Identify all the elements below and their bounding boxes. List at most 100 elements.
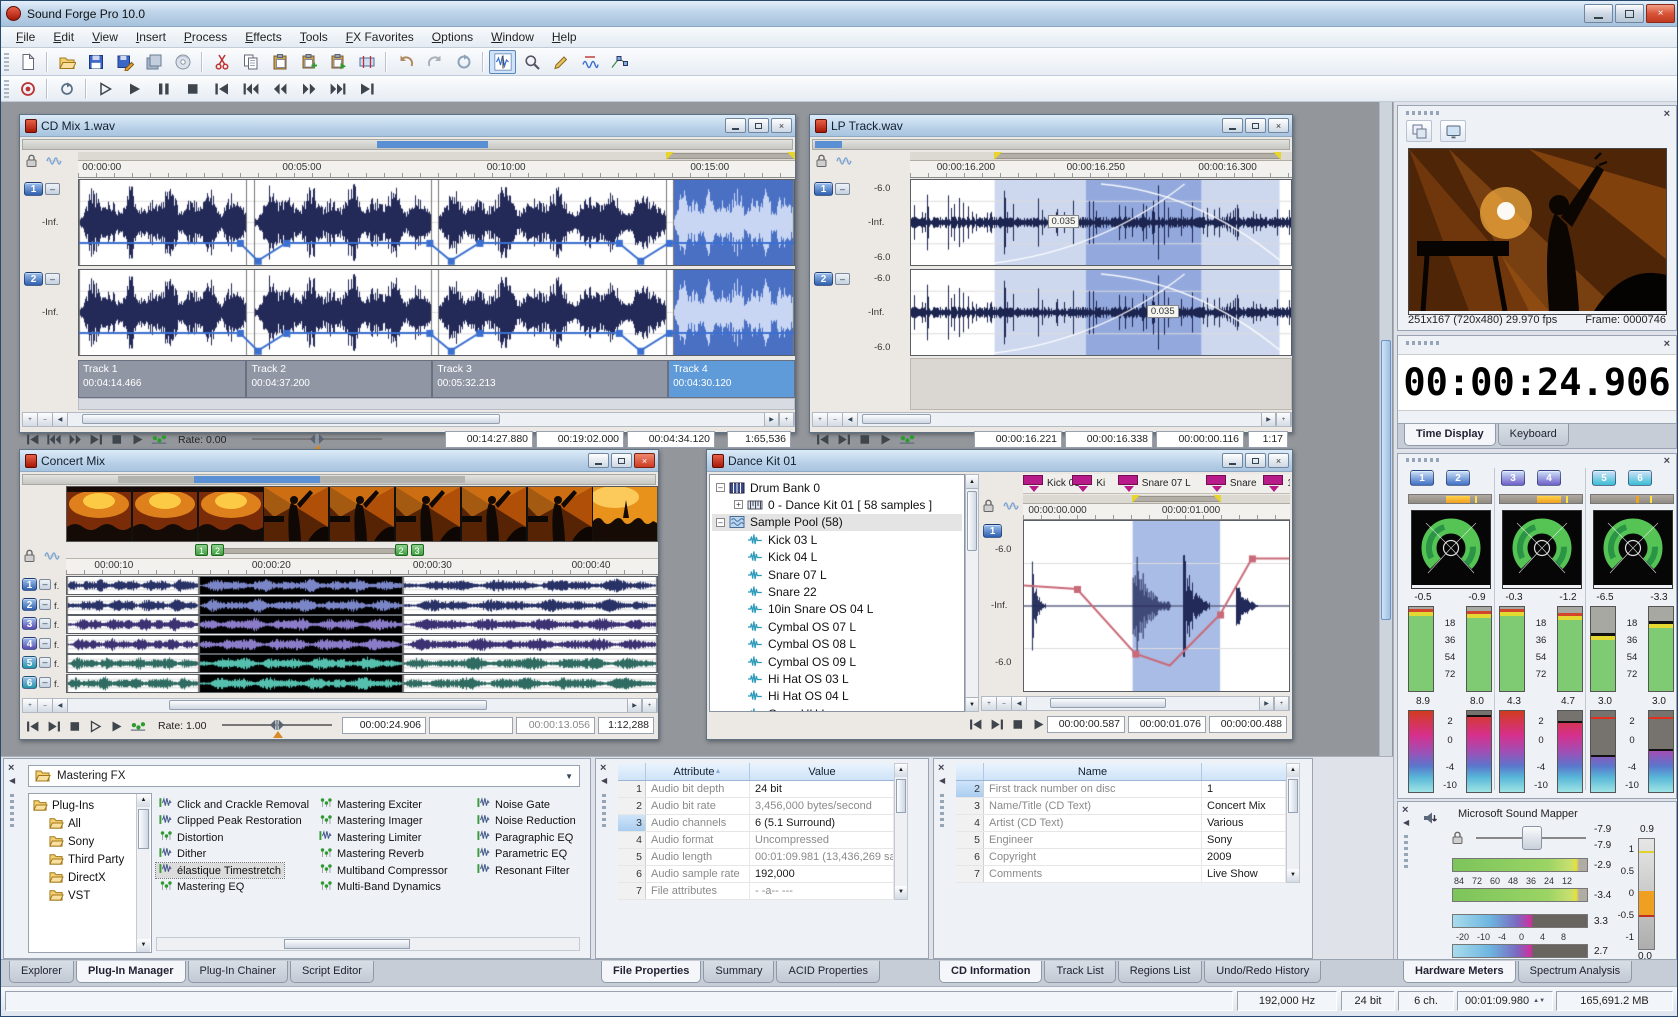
minimize-button[interactable] — [725, 118, 746, 133]
panel-close-button[interactable]: × — [1664, 456, 1670, 466]
tree-item-cymbal-os-07-l[interactable]: Cymbal OS 07 L — [712, 618, 962, 635]
loop-end-marker[interactable] — [1213, 495, 1221, 503]
scrollbar-thumb[interactable] — [1288, 779, 1298, 813]
scroll-left-button[interactable]: ◀ — [1012, 697, 1027, 710]
scroll-up-button[interactable]: ▲ — [895, 764, 907, 777]
channel-2-badge[interactable]: 2 — [24, 272, 43, 286]
go-to-start-button[interactable] — [22, 717, 43, 735]
stop-button[interactable] — [64, 717, 85, 735]
meter-channel-2-badge[interactable]: 2 — [1446, 470, 1470, 486]
tree-item-0-dance-kit-01-58-samples-[interactable]: +0 - Dance Kit 01 [ 58 samples ] — [712, 496, 962, 513]
scrollbar-thumb[interactable] — [1050, 698, 1166, 708]
play-button[interactable] — [1028, 715, 1049, 733]
stop-button[interactable] — [106, 430, 127, 448]
play-all-button[interactable] — [85, 717, 106, 735]
plugin-item[interactable]: Paragraphic EQ — [474, 830, 576, 845]
channel-minimize-button[interactable]: – — [45, 183, 60, 195]
zoom-out-button[interactable]: – — [828, 413, 843, 426]
channel-6-badge[interactable]: 6 — [22, 676, 37, 689]
loop-start-marker[interactable] — [1132, 495, 1140, 503]
tree-item-drum-bank-0[interactable]: –Drum Bank 0 — [712, 479, 962, 496]
paste-button[interactable] — [266, 50, 293, 74]
pencil-tool-button[interactable] — [547, 50, 574, 74]
go-to-end-button[interactable] — [353, 77, 380, 101]
paste-special-button[interactable] — [295, 50, 322, 74]
folder-item-third-party[interactable]: Third Party — [31, 851, 131, 868]
menu-view[interactable]: View — [83, 28, 127, 46]
tree-item-hi-hat-os-04-l[interactable]: Hi Hat OS 04 L — [712, 688, 962, 705]
scroll-up-button[interactable]: ▲ — [137, 794, 150, 807]
plugin-folder-combo[interactable]: Mastering FX▼ — [28, 765, 580, 787]
selection-length-field[interactable]: 00:00:00.116 — [1156, 431, 1244, 448]
plugin-item[interactable]: Distortion — [156, 830, 226, 845]
go-to-start-button[interactable] — [22, 430, 43, 448]
magnify-tool-button[interactable] — [518, 50, 545, 74]
scroll-right-button[interactable]: ▶ — [1261, 413, 1276, 426]
trim-button[interactable] — [353, 50, 380, 74]
plugin-item[interactable]: Noise Gate — [474, 797, 553, 812]
tab-summary[interactable]: Summary — [703, 961, 774, 983]
panel-grip[interactable] — [602, 791, 606, 827]
minimize-button[interactable] — [1222, 118, 1243, 133]
tree-item-cymbal-os-08-l[interactable]: Cymbal OS 08 L — [712, 636, 962, 653]
new-file-button[interactable] — [14, 50, 41, 74]
window-lp-track[interactable]: LP Track.wav × 00:00:16.20000:00:16.2500… — [809, 114, 1293, 433]
tab-keyboard[interactable]: Keyboard — [1498, 424, 1569, 446]
channel-minimize-button[interactable]: – — [39, 657, 51, 668]
table-row[interactable]: 4Artist (CD Text)Various — [956, 815, 1286, 832]
table-row[interactable]: 7File attributes- -a-- --- — [618, 883, 894, 900]
panel-grip[interactable] — [10, 791, 14, 827]
waveform-channel-1[interactable] — [66, 576, 658, 595]
go-to-start-button[interactable] — [812, 430, 833, 448]
position-field[interactable]: 00:00:24.906 — [342, 717, 426, 734]
channel-minimize-button[interactable]: – — [39, 618, 51, 629]
go-to-end-button[interactable] — [43, 717, 64, 735]
tree-item-hi-hat-os-03-l[interactable]: Hi Hat OS 03 L — [712, 670, 962, 687]
tree-item-10in-snare-os-04-l[interactable]: 10in Snare OS 04 L — [712, 601, 962, 618]
restore-button[interactable] — [1245, 453, 1266, 468]
copy-button[interactable] — [237, 50, 264, 74]
tree-item-sample-pool-58-[interactable]: –Sample Pool (58) — [712, 514, 962, 531]
stop-button[interactable] — [179, 77, 206, 101]
selection-start-field[interactable]: 00:00:16.221 — [974, 431, 1062, 448]
stop-button[interactable] — [1007, 715, 1028, 733]
waveform-canvas[interactable] — [911, 180, 1291, 265]
edit-tool-button[interactable] — [489, 50, 516, 74]
track-cell-2[interactable]: Track 200:04:37.200 — [246, 360, 432, 398]
track-cell-3[interactable]: Track 300:05:32.213 — [432, 360, 668, 398]
scroll-up-button[interactable]: ▲ — [966, 475, 978, 489]
menu-help[interactable]: Help — [543, 28, 586, 46]
selection-start-field[interactable]: 00:14:27.880 — [445, 431, 533, 448]
waveform-canvas[interactable] — [67, 597, 657, 614]
horizontal-scrollbar[interactable]: +–◀▶+ — [981, 696, 1290, 711]
folder-item-directx[interactable]: DirectX — [31, 869, 131, 886]
copy-frame-icon[interactable] — [1406, 120, 1432, 142]
panel-grip[interactable] — [940, 791, 944, 827]
channel-1-badge[interactable]: 1 — [22, 578, 37, 591]
loop-end-marker[interactable] — [787, 152, 795, 160]
loop-start-marker[interactable] — [994, 152, 1002, 160]
table-row[interactable]: 3Audio channels6 (5.1 Surround) — [618, 815, 894, 832]
dropdown-button[interactable]: ▼ — [565, 772, 573, 781]
scrub-button[interactable] — [127, 717, 148, 735]
waveform-canvas[interactable] — [67, 675, 657, 692]
waveform-channel-2[interactable] — [910, 269, 1292, 356]
meter-channel-1-badge[interactable]: 1 — [1410, 470, 1434, 486]
window-concert-mix[interactable]: Concert Mix × 122300:00:1000:00:2000:00:… — [19, 449, 659, 740]
selection-end-field[interactable]: 00:19:02.000 — [536, 431, 624, 448]
plugin-item[interactable]: Click and Crackle Removal — [156, 797, 312, 812]
loop-region[interactable] — [666, 153, 795, 159]
zoom-ratio-field[interactable]: 1:12,288 — [598, 717, 654, 734]
minimize-button[interactable] — [1584, 4, 1613, 23]
folder-item-sony[interactable]: Sony — [31, 833, 131, 850]
close-button[interactable]: × — [634, 453, 655, 468]
undo-button[interactable] — [392, 50, 419, 74]
scroll-down-button[interactable]: ▼ — [966, 697, 978, 711]
overview-bar[interactable] — [812, 139, 1290, 150]
channel-1-badge[interactable]: 1 — [814, 182, 833, 196]
tree-item-open-hh-l[interactable]: Open HH L — [712, 705, 962, 712]
zoom-in-button[interactable]: + — [23, 413, 38, 426]
open-button[interactable] — [53, 50, 80, 74]
waveform-channel-4[interactable] — [66, 635, 658, 654]
table-row[interactable]: 6Audio sample rate192,000 — [618, 866, 894, 883]
